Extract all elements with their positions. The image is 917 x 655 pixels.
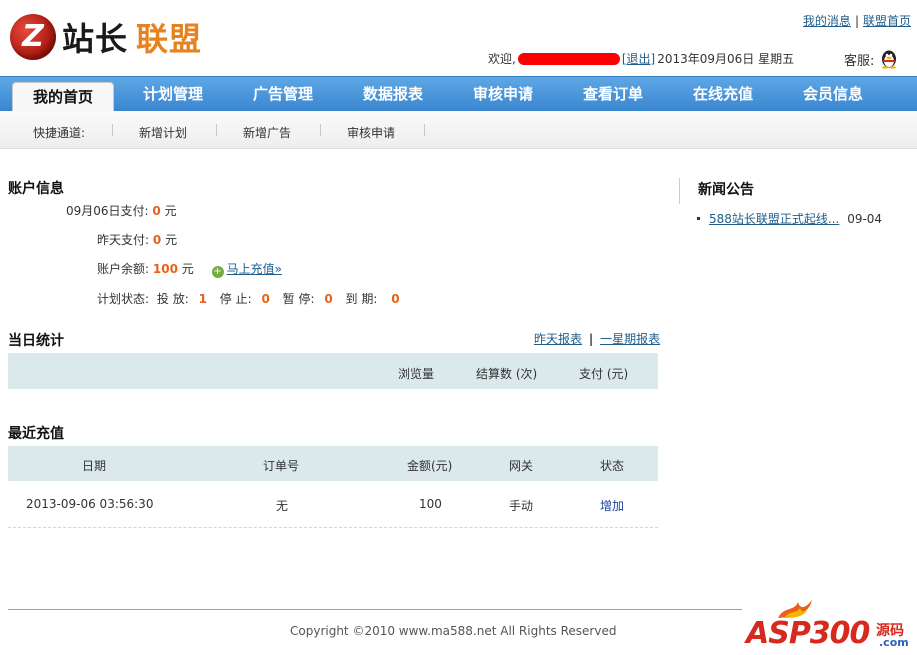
nav-tab-orders[interactable]: 查看订单 bbox=[562, 77, 664, 112]
col-status: 状态 bbox=[600, 459, 625, 473]
watermark-main-text: ASP300 bbox=[746, 616, 870, 651]
page-header: Z 站长 联盟 我的消息 | 联盟首页 欢迎, [退出] 2013年09月06日 星… bbox=[0, 0, 917, 76]
nav-tab-reports[interactable]: 数据报表 bbox=[342, 77, 444, 112]
col-amount: 金额(元) bbox=[407, 459, 453, 473]
subnav-divider bbox=[112, 124, 113, 136]
nav-tab-home[interactable]: 我的首页 bbox=[12, 82, 114, 112]
plan-paused-label: 暂 停: bbox=[282, 292, 315, 306]
col-settlements: 结算数 (次) bbox=[476, 367, 538, 381]
plan-running-value: 1 bbox=[198, 292, 207, 306]
watermark-com-text: .com bbox=[879, 636, 909, 649]
daily-stats-title: 当日统计 bbox=[8, 333, 64, 349]
plan-running-label: 投 放: bbox=[156, 292, 189, 306]
subnav-divider bbox=[216, 124, 217, 136]
nav-tab-review[interactable]: 审核申请 bbox=[452, 77, 554, 112]
welcome-prefix: 欢迎, bbox=[488, 52, 516, 66]
nav-tab-ads[interactable]: 广告管理 bbox=[232, 77, 334, 112]
bullet-icon bbox=[697, 217, 700, 220]
subnav-divider bbox=[424, 124, 425, 136]
daily-stats-table-header: 浏览量 结算数 (次) 支付 (元) bbox=[8, 353, 658, 389]
watermark-logo: ASP300 源码 .com bbox=[746, 598, 914, 652]
balance-row: 账户余额: 100 元 + 马上充值» bbox=[97, 260, 282, 278]
cell-date: 2013-09-06 03:56:30 bbox=[26, 497, 154, 511]
nav-tab-plans[interactable]: 计划管理 bbox=[122, 77, 224, 112]
top-links: 我的消息 | 联盟首页 bbox=[803, 12, 911, 29]
yesterday-report-link[interactable]: 昨天报表 bbox=[534, 332, 582, 346]
logo-text-black: 站长 bbox=[62, 20, 129, 58]
unit-label: 元 bbox=[181, 262, 194, 276]
col-date: 日期 bbox=[82, 459, 107, 473]
logo-mark-icon: Z bbox=[10, 14, 56, 60]
account-info-title: 账户信息 bbox=[8, 181, 64, 197]
plan-status-row: 计划状态: 投 放: 1 停 止: 0 暂 停: 0 到 期: 0 bbox=[97, 290, 400, 307]
plan-expired-value: 0 bbox=[391, 292, 400, 306]
quick-new-plan[interactable]: 新增计划 bbox=[139, 124, 187, 141]
today-payment-value: 0 bbox=[152, 204, 161, 218]
yesterday-payment-value: 0 bbox=[152, 233, 162, 247]
quick-review[interactable]: 审核申请 bbox=[347, 124, 395, 141]
recharge-table-header: 日期 订单号 金额(元) 网关 状态 bbox=[8, 446, 658, 481]
site-logo[interactable]: Z 站长 联盟 bbox=[10, 12, 202, 62]
recent-recharge-title: 最近充值 bbox=[8, 426, 64, 442]
quick-access-bar: 快捷通道: 新增计划 新增广告 审核申请 bbox=[0, 111, 917, 149]
col-payment: 支付 (元) bbox=[579, 367, 629, 381]
footer-divider bbox=[8, 609, 742, 610]
week-report-link[interactable]: 一星期报表 bbox=[600, 332, 660, 346]
yesterday-payment-label: 昨天支付: bbox=[97, 233, 150, 247]
news-title: 新闻公告 bbox=[698, 182, 754, 198]
subnav-divider bbox=[320, 124, 321, 136]
col-gateway: 网关 bbox=[509, 459, 534, 473]
alliance-home-link[interactable]: 联盟首页 bbox=[863, 14, 911, 28]
plan-stopped-value: 0 bbox=[261, 292, 270, 306]
col-pageviews: 浏览量 bbox=[398, 367, 435, 381]
nav-tab-member[interactable]: 会员信息 bbox=[782, 77, 884, 112]
report-links: 昨天报表 | 一星期报表 bbox=[534, 330, 660, 347]
cell-status: 增加 bbox=[600, 499, 625, 513]
list-item: 588站长联盟正式起线... 09-04 bbox=[697, 210, 882, 227]
balance-value: 100 bbox=[152, 262, 178, 276]
logo-text-orange: 联盟 bbox=[136, 20, 203, 58]
qq-penguin-icon[interactable] bbox=[878, 49, 900, 69]
service-label: 客服: bbox=[844, 53, 875, 69]
cell-gateway: 手动 bbox=[509, 499, 534, 513]
main-nav: 我的首页 计划管理 广告管理 数据报表 审核申请 查看订单 在线充值 会员信息 bbox=[0, 76, 917, 112]
link-separator: | bbox=[854, 14, 859, 28]
report-link-separator: | bbox=[588, 332, 594, 346]
cell-order: 无 bbox=[276, 499, 289, 513]
news-divider bbox=[679, 178, 680, 204]
welcome-bar: 欢迎, [退出] 2013年09月06日 星期五 bbox=[488, 50, 794, 67]
plan-stopped-label: 停 止: bbox=[219, 292, 252, 306]
news-date: 09-04 bbox=[847, 212, 883, 226]
recharge-now-link[interactable]: 马上充值» bbox=[227, 262, 282, 276]
quick-new-ad[interactable]: 新增广告 bbox=[243, 124, 291, 141]
cell-amount: 100 bbox=[419, 497, 442, 511]
today-payment-row: 09月06日支付: 0 元 bbox=[66, 202, 177, 219]
unit-label: 元 bbox=[165, 233, 178, 247]
balance-label: 账户余额: bbox=[97, 262, 150, 276]
nav-tab-recharge[interactable]: 在线充值 bbox=[672, 77, 774, 112]
plan-status-label: 计划状态: bbox=[97, 292, 150, 306]
customer-service: 客服: bbox=[844, 49, 900, 69]
my-messages-link[interactable]: 我的消息 bbox=[803, 14, 851, 28]
yesterday-payment-row: 昨天支付: 0 元 bbox=[97, 231, 177, 248]
row-divider bbox=[8, 527, 658, 528]
plan-expired-label: 到 期: bbox=[345, 292, 378, 306]
redacted-username bbox=[517, 52, 620, 65]
current-date: 2013年09月06日 星期五 bbox=[657, 52, 795, 66]
quick-access-label: 快捷通道: bbox=[33, 126, 86, 140]
logout-link[interactable]: [退出] bbox=[622, 50, 655, 67]
plus-circle-icon: + bbox=[211, 266, 224, 278]
copyright-text: Copyright ©2010 www.ma588.net All Rights… bbox=[290, 624, 617, 638]
col-order-no: 订单号 bbox=[263, 459, 300, 473]
today-payment-label: 09月06日支付: bbox=[66, 204, 149, 218]
unit-label: 元 bbox=[164, 204, 177, 218]
plan-paused-value: 0 bbox=[324, 292, 333, 306]
news-link[interactable]: 588站长联盟正式起线... bbox=[709, 212, 839, 226]
